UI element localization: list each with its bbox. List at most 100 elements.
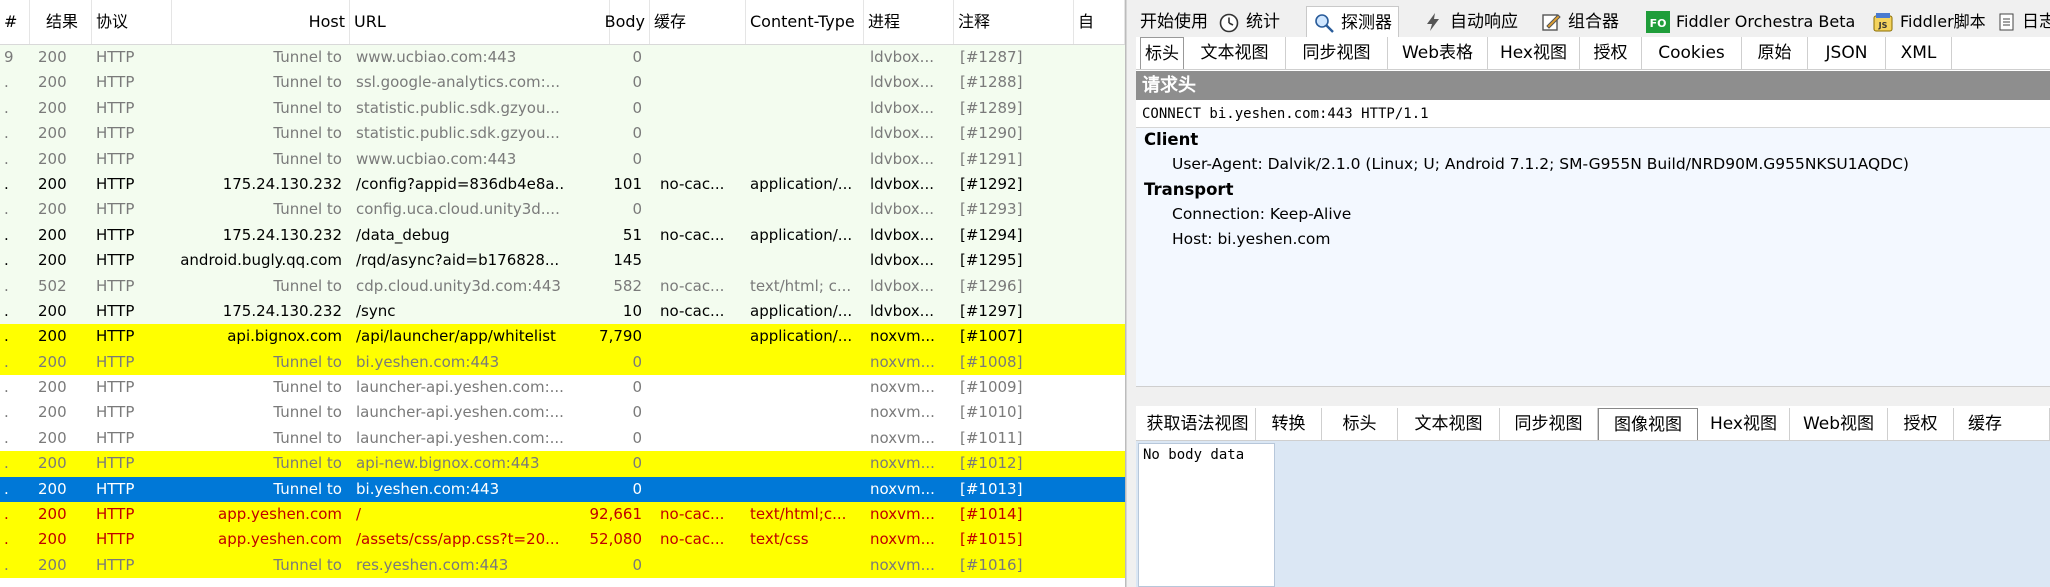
inspector-splitter[interactable] <box>1136 386 2050 408</box>
fo-icon: FO <box>1646 11 1670 33</box>
column-header-protocol[interactable]: 协议 <box>92 0 172 44</box>
session-url: /sync <box>356 301 396 320</box>
tab-autoresponder[interactable]: 自动响应 <box>1422 8 1518 36</box>
header-connection[interactable]: Connection: Keep-Alive <box>1172 205 1351 223</box>
tab-statistics[interactable]: 统计 <box>1218 8 1280 36</box>
table-row[interactable]: . 200 HTTP Tunnel to ssl.google-analytics.co… <box>0 70 1125 96</box>
session-caching <box>656 248 748 273</box>
table-row[interactable]: . 200 HTTP Tunnel to launcher-api.yeshen.com… <box>0 425 1125 452</box>
tab-request-hexview[interactable]: Hex视图 <box>1488 37 1580 69</box>
table-row[interactable]: . 200 HTTP Tunnel to res.yeshen.com:443 0 noxv… <box>0 552 1125 579</box>
column-header-process[interactable]: 进程 <box>864 0 954 44</box>
tab-get-started[interactable]: 开始使用 <box>1140 8 1208 36</box>
session-caching <box>656 477 748 502</box>
session-protocol: HTTP <box>96 428 135 447</box>
session-content-type <box>746 70 864 95</box>
inspector-pane: 开始使用 统计 探测器 自动响应 组合器 FO Fiddler Orchestr… <box>1136 0 2050 587</box>
session-comment: [#1293] <box>960 200 1023 219</box>
session-number: . <box>4 276 9 295</box>
session-number: . <box>4 555 9 574</box>
tab-composer[interactable]: 组合器 <box>1540 8 1619 36</box>
tab-response-auth[interactable]: 授权 <box>1888 408 1954 440</box>
tab-log[interactable]: 日志 <box>1998 8 2050 36</box>
table-row[interactable]: . 200 HTTP app.yeshen.com / 92,661 no-cac... te… <box>0 502 1125 528</box>
session-result: 200 <box>38 327 67 346</box>
table-row[interactable]: . 200 HTTP Tunnel to launcher-api.yeshen.com… <box>0 400 1125 426</box>
tab-statistics-label: 统计 <box>1246 12 1280 32</box>
session-process: noxvm... <box>870 454 935 473</box>
column-header-host[interactable]: Host <box>172 0 350 44</box>
tab-response-syntaxview[interactable]: 获取语法视图 <box>1140 408 1256 440</box>
tab-request-xml[interactable]: XML <box>1886 37 1952 69</box>
column-header-custom[interactable]: 自 <box>1074 0 1125 44</box>
table-row[interactable]: . 502 HTTP Tunnel to cdp.cloud.unity3d.com:4… <box>0 273 1125 299</box>
header-group-client[interactable]: Client <box>1144 130 1198 149</box>
tab-response-textview[interactable]: 文本视图 <box>1398 408 1500 440</box>
tab-request-syntaxview[interactable]: 同步视图 <box>1286 37 1388 69</box>
tab-request-auth[interactable]: 授权 <box>1580 37 1642 69</box>
session-result: 200 <box>38 149 67 168</box>
table-row[interactable]: . 200 HTTP 175.24.130.232/config?appid=836d… <box>0 171 1125 198</box>
tab-request-textview[interactable]: 文本视图 <box>1184 37 1286 69</box>
header-host[interactable]: Host: bi.yeshen.com <box>1172 230 1331 248</box>
tab-response-transformer[interactable]: 转换 <box>1256 408 1322 440</box>
table-row[interactable]: . 200 HTTP Tunnel to www.ucbiao.com:443 0 ldvb… <box>0 146 1125 172</box>
table-row[interactable]: . 200 HTTP Tunnel to launcher-api.yeshen.com… <box>0 375 1125 401</box>
table-row[interactable]: . 200 HTTP Tunnel to bi.yeshen.com:443 0 noxvm… <box>0 476 1125 503</box>
tab-request-headers[interactable]: 标头 <box>1140 37 1184 69</box>
lightning-icon <box>1422 11 1444 33</box>
table-row[interactable]: . 200 HTTP api.bignox.com/api/launcher/app/… <box>0 324 1125 350</box>
tab-fiddler-orchestra[interactable]: FO Fiddler Orchestra Beta <box>1646 8 1855 36</box>
session-url: www.ucbiao.com:443 <box>356 149 517 168</box>
session-url: bi.yeshen.com:443 <box>356 352 500 371</box>
session-body-size: 0 <box>632 378 642 397</box>
session-comment: [#1290] <box>960 124 1023 143</box>
tab-response-hexview[interactable]: Hex视图 <box>1698 408 1790 440</box>
table-row[interactable]: . 200 HTTP android.bugly.qq.com/rqd/async?a… <box>0 248 1125 274</box>
column-header-content-type[interactable]: Content-Type <box>746 0 864 44</box>
tab-request-json[interactable]: JSON <box>1808 37 1886 69</box>
session-body-size: 0 <box>632 98 642 117</box>
column-header-result[interactable]: 结果 <box>30 0 92 44</box>
table-row[interactable]: . 200 HTTP 175.24.130.232/data_debug 51 no-ca… <box>0 222 1125 249</box>
header-group-transport[interactable]: Transport <box>1144 180 1233 199</box>
table-row[interactable]: 9 200 HTTP Tunnel to www.ucbiao.com:443 0 ldvb… <box>0 45 1125 71</box>
table-row[interactable]: . 200 HTTP 175.24.130.232/sync 10 no-cac... ap… <box>0 298 1125 325</box>
tab-response-caching[interactable]: 缓存 <box>1954 408 2050 440</box>
session-number: . <box>4 327 9 346</box>
session-url: res.yeshen.com:443 <box>356 555 509 574</box>
column-header-comments[interactable]: 注释 <box>954 0 1074 44</box>
column-header-cache[interactable]: 缓存 <box>650 0 746 44</box>
session-body-size: 0 <box>632 479 642 498</box>
session-process: noxvm... <box>870 403 935 422</box>
session-body-size: 92,661 <box>589 505 643 524</box>
column-header-body[interactable]: Body <box>566 0 650 44</box>
session-host: Tunnel to <box>273 428 342 447</box>
tab-response-headers[interactable]: 标头 <box>1322 408 1398 440</box>
tab-response-webview[interactable]: Web视图 <box>1790 408 1888 440</box>
table-row[interactable]: . 200 HTTP Tunnel to config.uca.cloud.unity3… <box>0 197 1125 223</box>
session-number: . <box>4 200 9 219</box>
session-number: . <box>4 251 9 270</box>
table-row[interactable]: . 200 HTTP Tunnel to bi.yeshen.com:443 0 noxvm… <box>0 349 1125 376</box>
table-row[interactable]: . 200 HTTP Tunnel to statistic.public.sdk.gz… <box>0 95 1125 122</box>
tab-fiddlerscript[interactable]: JS Fiddler脚本 <box>1872 8 1986 36</box>
tab-request-cookies[interactable]: Cookies <box>1642 37 1742 69</box>
tab-request-webforms[interactable]: Web表格 <box>1388 37 1488 69</box>
session-host: 175.24.130.232 <box>222 225 342 244</box>
session-content-type <box>746 248 864 273</box>
session-host: Tunnel to <box>273 454 342 473</box>
header-user-agent[interactable]: User-Agent: Dalvik/2.1.0 (Linux; U; Andr… <box>1172 155 1909 173</box>
session-host: Tunnel to <box>273 352 342 371</box>
column-header-number[interactable]: # <box>0 0 30 44</box>
table-row[interactable]: . 200 HTTP Tunnel to api-new.bignox.com:443 0… <box>0 451 1125 477</box>
session-number: . <box>4 73 9 92</box>
tab-response-syncview[interactable]: 同步视图 <box>1500 408 1598 440</box>
tab-response-imageview[interactable]: 图像视图 <box>1598 408 1698 440</box>
tab-request-raw[interactable]: 原始 <box>1742 37 1808 69</box>
session-process: noxvm... <box>870 530 935 549</box>
table-row[interactable]: . 200 HTTP app.yeshen.com/assets/css/app.cs… <box>0 527 1125 553</box>
session-host: Tunnel to <box>273 555 342 574</box>
table-row[interactable]: . 200 HTTP Tunnel to statistic.public.sdk.gz… <box>0 121 1125 147</box>
session-result: 200 <box>38 403 67 422</box>
